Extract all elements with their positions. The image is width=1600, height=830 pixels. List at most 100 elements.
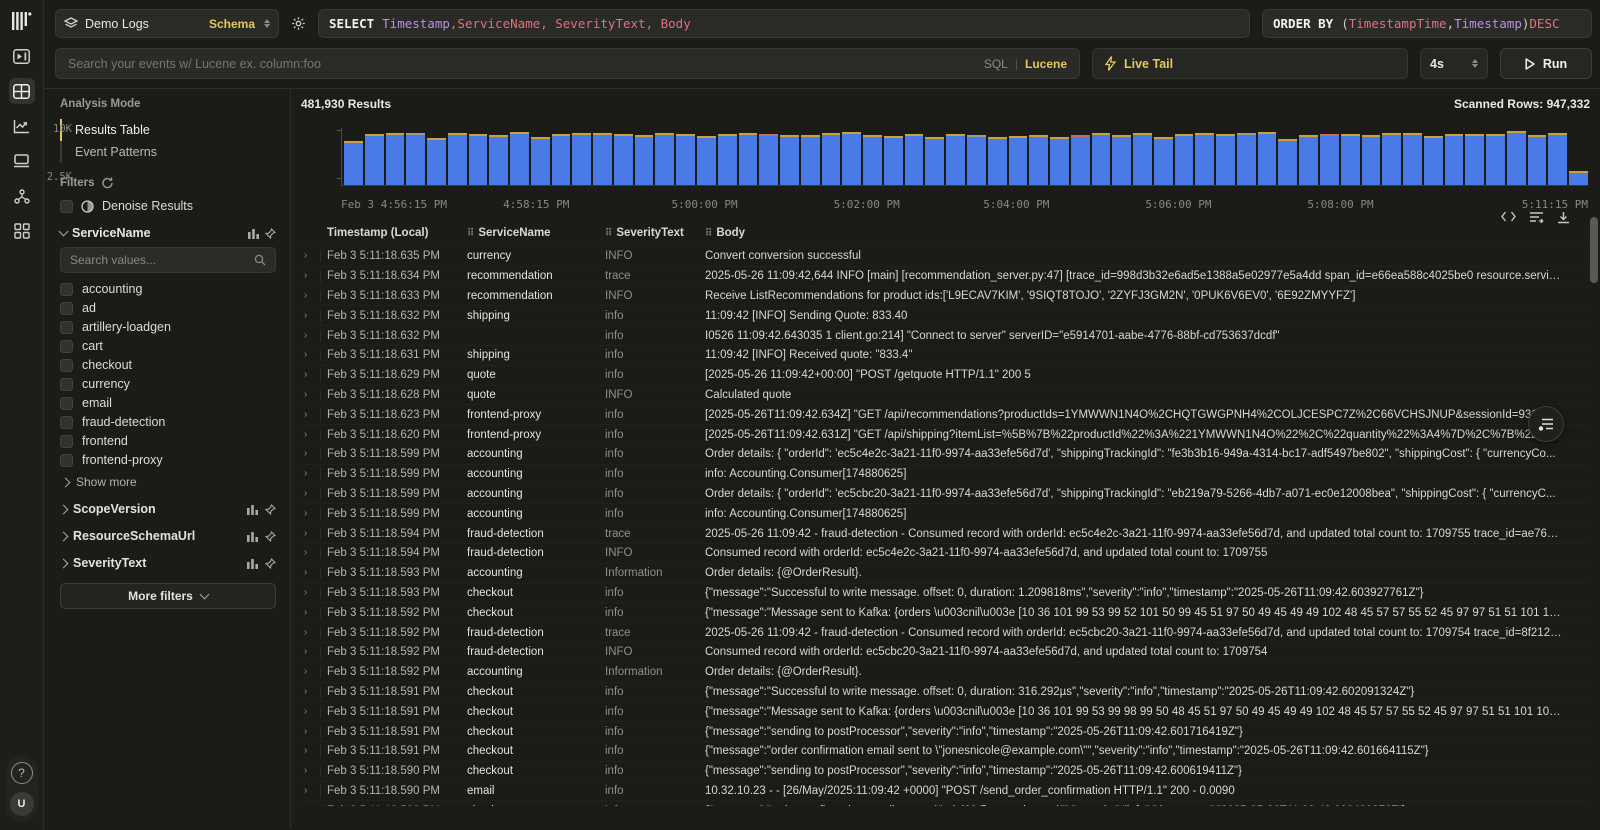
table-row[interactable]: ›Feb 3 5:11:18.593 PMcheckoutinfo{"messa…: [301, 583, 1590, 603]
histogram-bar[interactable]: [697, 136, 716, 185]
facet-value-row[interactable]: frontend-proxy: [60, 453, 276, 467]
facet-pin-icon[interactable]: [265, 558, 276, 569]
table-row[interactable]: ›Feb 3 5:11:18.591 PMcheckoutinfo{"messa…: [301, 721, 1590, 741]
expand-row-icon[interactable]: ›: [301, 646, 321, 658]
expand-row-icon[interactable]: ›: [301, 349, 321, 361]
histogram-bar[interactable]: [386, 133, 405, 185]
refresh-filters-icon[interactable]: [101, 177, 114, 189]
download-icon[interactable]: [1557, 211, 1570, 224]
histogram-bar[interactable]: [1278, 139, 1297, 185]
histogram-bar[interactable]: [801, 135, 820, 185]
histogram-bar[interactable]: [1528, 135, 1547, 185]
histogram-bar[interactable]: [1486, 134, 1505, 185]
table-row[interactable]: ›Feb 3 5:11:18.635 PMcurrencyINFOConvert…: [301, 246, 1590, 266]
histogram-bar[interactable]: [759, 134, 778, 185]
histogram-bar[interactable]: [1299, 135, 1318, 185]
table-row[interactable]: ›Feb 3 5:11:18.590 PMemailinfo10.32.10.2…: [301, 781, 1590, 801]
expand-row-icon[interactable]: ›: [301, 567, 321, 579]
drag-handle-icon[interactable]: ⠿: [467, 228, 473, 239]
histogram-bar[interactable]: [344, 141, 363, 185]
orderby-clause-editor[interactable]: ORDER BY(TimestampTime, Timestamp) DESC: [1262, 9, 1592, 38]
nav-service-map-icon[interactable]: [9, 183, 35, 209]
histogram-bar[interactable]: [988, 137, 1007, 185]
facet-value-checkbox[interactable]: [60, 416, 73, 429]
denoise-row[interactable]: Denoise Results: [60, 199, 276, 213]
table-row[interactable]: ›Feb 3 5:11:18.590 PMcheckoutinfo{"messa…: [301, 761, 1590, 781]
wrap-lines-icon[interactable]: [1529, 211, 1544, 224]
histogram-bar[interactable]: [1195, 133, 1214, 185]
help-button[interactable]: ?: [11, 762, 33, 784]
histogram-bar[interactable]: [1424, 136, 1443, 185]
histogram-bar[interactable]: [1320, 134, 1339, 185]
histogram-bar[interactable]: [1403, 133, 1422, 185]
facet-value-checkbox[interactable]: [60, 397, 73, 410]
expand-row-icon[interactable]: ›: [301, 528, 321, 540]
histogram-bar[interactable]: [365, 134, 384, 185]
facet-severitytext-header[interactable]: SeverityText: [60, 556, 276, 570]
facet-value-checkbox[interactable]: [60, 378, 73, 391]
histogram-bar[interactable]: [593, 133, 612, 185]
table-row[interactable]: ›Feb 3 5:11:18.594 PMfraud-detectiontrac…: [301, 523, 1590, 543]
expand-row-icon[interactable]: ›: [301, 666, 321, 678]
table-row[interactable]: ›Feb 3 5:11:18.633 PMrecommendationINFOR…: [301, 286, 1590, 306]
table-row[interactable]: ›Feb 3 5:11:18.592 PMaccountingInformati…: [301, 662, 1590, 682]
table-row[interactable]: ›Feb 3 5:11:18.623 PMfrontend-proxyinfo[…: [301, 404, 1590, 424]
facet-pin-icon[interactable]: [265, 228, 276, 239]
analysis-mode-results-table[interactable]: Results Table: [60, 119, 276, 141]
mode-lucene-toggle[interactable]: Lucene: [1025, 57, 1067, 71]
drag-handle-icon[interactable]: ⠿: [605, 228, 611, 239]
histogram-bar[interactable]: [739, 133, 758, 185]
expand-row-icon[interactable]: ›: [301, 310, 321, 322]
histogram-bar[interactable]: [1382, 133, 1401, 185]
col-header-timestamp[interactable]: Timestamp (Local): [327, 227, 467, 239]
table-row[interactable]: ›Feb 3 5:11:18.599 PMaccountinginfoOrder…: [301, 484, 1590, 504]
histogram-bar[interactable]: [676, 134, 695, 185]
histogram-bar[interactable]: [1009, 136, 1028, 185]
expand-row-icon[interactable]: ›: [301, 587, 321, 599]
table-row[interactable]: ›Feb 3 5:11:18.592 PMcheckoutinfo{"messa…: [301, 602, 1590, 622]
expand-row-icon[interactable]: ›: [301, 706, 321, 718]
facet-value-checkbox[interactable]: [60, 321, 73, 334]
analysis-mode-event-patterns[interactable]: Event Patterns: [60, 141, 276, 163]
scrollbar-thumb[interactable]: [1590, 217, 1598, 283]
expand-row-icon[interactable]: ›: [301, 448, 321, 460]
expand-row-icon[interactable]: ›: [301, 726, 321, 738]
facet-chart-icon[interactable]: [246, 504, 259, 515]
more-filters-button[interactable]: More filters: [60, 583, 276, 609]
expand-row-icon[interactable]: ›: [301, 745, 321, 757]
facet-value-checkbox[interactable]: [60, 435, 73, 448]
histogram-bar[interactable]: [1050, 137, 1069, 185]
live-tail-button[interactable]: Live Tail: [1092, 48, 1408, 79]
facet-value-row[interactable]: fraud-detection: [60, 415, 276, 429]
facet-value-search[interactable]: [60, 247, 276, 273]
expand-row-icon[interactable]: ›: [301, 488, 321, 500]
table-row[interactable]: ›Feb 3 5:11:18.592 PMfraud-detectiontrac…: [301, 622, 1590, 642]
facet-pin-icon[interactable]: [265, 504, 276, 515]
histogram-bar[interactable]: [1092, 133, 1111, 185]
facet-value-row[interactable]: checkout: [60, 358, 276, 372]
histogram-bar[interactable]: [1175, 134, 1194, 185]
expand-row-icon[interactable]: ›: [301, 785, 321, 797]
facet-value-row[interactable]: ad: [60, 301, 276, 315]
histogram-bar[interactable]: [1362, 135, 1381, 185]
table-row[interactable]: ›Feb 3 5:11:18.594 PMfraud-detectionINFO…: [301, 543, 1590, 563]
expand-row-icon[interactable]: ›: [301, 330, 321, 342]
expand-row-icon[interactable]: ›: [301, 409, 321, 421]
expand-row-icon[interactable]: ›: [301, 627, 321, 639]
app-logo-icon[interactable]: [9, 8, 35, 34]
table-row[interactable]: ›Feb 3 5:11:18.591 PMcheckoutinfo{"messa…: [301, 701, 1590, 721]
facet-value-checkbox[interactable]: [60, 359, 73, 372]
histogram-bar[interactable]: [842, 132, 861, 185]
histogram-bar[interactable]: [572, 133, 591, 185]
facet-value-checkbox[interactable]: [60, 283, 73, 296]
nav-monitor-icon[interactable]: [9, 148, 35, 174]
col-header-body[interactable]: ⠿Body: [705, 227, 1590, 239]
facet-value-row[interactable]: currency: [60, 377, 276, 391]
expand-row-icon[interactable]: ›: [301, 805, 321, 806]
facet-chart-icon[interactable]: [247, 228, 260, 239]
drag-handle-icon[interactable]: ⠿: [705, 228, 711, 239]
histogram-bar[interactable]: [531, 137, 550, 185]
source-selector[interactable]: Demo Logs Schema: [55, 9, 279, 38]
facet-search-input[interactable]: [70, 253, 254, 267]
histogram-bar[interactable]: [469, 134, 488, 185]
